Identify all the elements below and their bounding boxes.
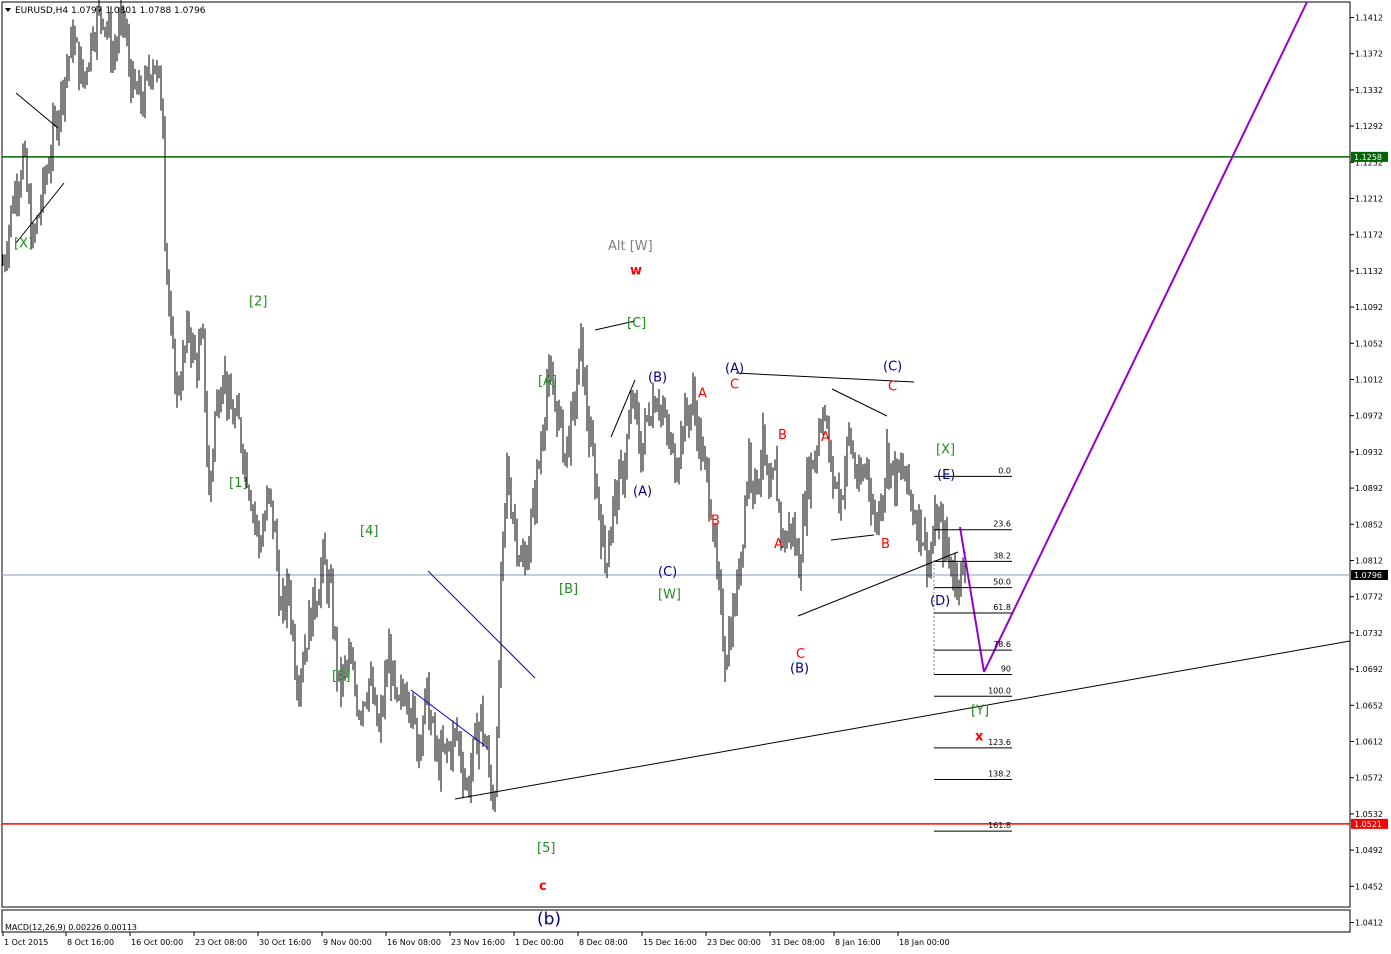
price-tick-label: 1.1052 xyxy=(1355,339,1383,348)
wave-label: Alt [W] xyxy=(608,239,653,254)
wave-label: [A] xyxy=(538,374,557,389)
price-tick-label: 1.0932 xyxy=(1355,448,1383,457)
wave-label: B xyxy=(778,428,787,443)
time-tick-label: 1 Dec 00:00 xyxy=(515,938,564,947)
wave-label: B xyxy=(881,537,890,552)
fib-level-label: 90 xyxy=(1001,665,1011,674)
wave-label: (b) xyxy=(537,909,561,929)
time-tick-label: 18 Jan 00:00 xyxy=(899,938,950,947)
price-tick-label: 1.0892 xyxy=(1355,484,1383,493)
wave-label: (C) xyxy=(658,565,677,580)
fib-level-label: 0.0 xyxy=(998,466,1011,475)
fib-level-label: 38.2 xyxy=(993,551,1011,560)
price-level-label: 1.0521 xyxy=(1354,820,1382,829)
price-tick-label: 1.0972 xyxy=(1355,412,1383,421)
fib-level-label: 100.0 xyxy=(988,686,1011,695)
fib-level-label: 23.6 xyxy=(993,520,1011,529)
price-tick-label: 1.0692 xyxy=(1355,665,1383,674)
wave-label: [C] xyxy=(627,316,646,331)
wave-label: w xyxy=(630,264,642,279)
price-tick-label: 1.0612 xyxy=(1355,738,1383,747)
chart-title: EURUSD,H4 1.0797 1.0801 1.0788 1.0796 xyxy=(15,6,206,16)
fib-level-label: 138.2 xyxy=(988,770,1011,779)
price-tick-label: 1.0532 xyxy=(1355,810,1383,819)
wave-label: [X] xyxy=(936,443,955,458)
price-tick-label: 1.1012 xyxy=(1355,376,1383,385)
time-tick-label: 23 Oct 08:00 xyxy=(195,938,247,947)
wave-label: C xyxy=(888,379,897,394)
indicator-frame xyxy=(1,909,1351,933)
wave-label: (E) xyxy=(937,468,955,483)
price-tick-label: 1.0572 xyxy=(1355,774,1383,783)
price-tick-label: 1.1172 xyxy=(1355,231,1383,240)
price-tick-label: 1.1092 xyxy=(1355,303,1383,312)
price-axis[interactable]: 1.14121.13721.13321.12921.12521.12121.11… xyxy=(1350,14,1388,954)
time-tick-label: 8 Jan 16:00 xyxy=(835,938,881,947)
wave-label: [5] xyxy=(537,841,555,856)
wave-label: [W] xyxy=(658,588,681,603)
fib-level-label: 50.0 xyxy=(993,578,1011,587)
wave-label: [X] xyxy=(14,236,33,251)
time-tick-label: 9 Nov 00:00 xyxy=(323,938,372,947)
fib-level-label: 78.6 xyxy=(993,640,1011,649)
time-tick-label: 23 Nov 16:00 xyxy=(451,938,505,947)
price-chart[interactable]: EURUSD,H4 1.0797 1.0801 1.0788 1.0796 0.… xyxy=(0,0,1391,954)
time-axis[interactable]: 1 Oct 2015 8 Oct 16:00 16 Oct 00:00 23 Oct … xyxy=(2,932,950,947)
wave-label: (B) xyxy=(648,370,667,385)
price-tick-label: 1.0772 xyxy=(1355,593,1383,602)
time-tick-label: 15 Dec 16:00 xyxy=(643,938,697,947)
price-tick-label: 1.1412 xyxy=(1355,14,1383,23)
wave-label: (A) xyxy=(633,484,652,499)
wave-label: (A) xyxy=(725,361,744,376)
price-level-label: 1.0796 xyxy=(1354,571,1382,580)
wave-label: [2] xyxy=(249,294,267,309)
wave-label: B xyxy=(711,513,720,528)
wave-label: C xyxy=(796,647,805,662)
price-tick-label: 1.0452 xyxy=(1355,882,1383,891)
price-tick-label: 1.0732 xyxy=(1355,629,1383,638)
price-tick-label: 1.0652 xyxy=(1355,701,1383,710)
price-tick-label: 1.1332 xyxy=(1355,86,1383,95)
time-tick-label: 8 Dec 08:00 xyxy=(579,938,628,947)
fib-level-label: 123.6 xyxy=(988,738,1011,747)
chart-frame xyxy=(1,1,1351,908)
price-tick-label: 1.0852 xyxy=(1355,520,1383,529)
wave-label: A xyxy=(774,537,783,552)
time-tick-label: 16 Oct 00:00 xyxy=(131,938,183,947)
price-tick-label: 1.1132 xyxy=(1355,267,1383,276)
time-tick-label: 31 Dec 08:00 xyxy=(771,938,825,947)
wave-label: A xyxy=(821,430,830,445)
wave-label: [4] xyxy=(360,524,378,539)
wave-label: (D) xyxy=(930,594,950,609)
price-tick-label: 1.0812 xyxy=(1355,557,1383,566)
wave-label: x xyxy=(975,730,984,745)
wave-label: (B) xyxy=(790,662,809,677)
wave-label: [3] xyxy=(332,669,350,684)
time-tick-label: 16 Nov 08:00 xyxy=(387,938,441,947)
wave-label: [Y] xyxy=(971,703,989,718)
fib-level-label: 161.8 xyxy=(988,821,1011,830)
wave-label: C xyxy=(730,378,739,393)
wave-label: [B] xyxy=(559,582,578,597)
wave-label: A xyxy=(698,387,707,402)
time-tick-label: 8 Oct 16:00 xyxy=(67,938,114,947)
macd-label: MACD(12,26,9) 0.00226 0.00113 xyxy=(5,923,137,932)
price-tick-label: 1.0492 xyxy=(1355,846,1383,855)
price-tick-label: 1.1372 xyxy=(1355,50,1383,59)
wave-label: (C) xyxy=(883,359,902,374)
fib-level-label: 61.8 xyxy=(993,603,1011,612)
price-tick-label: 1.0412 xyxy=(1355,919,1383,928)
price-tick-label: 1.1212 xyxy=(1355,195,1383,204)
time-tick-label: 30 Oct 16:00 xyxy=(259,938,311,947)
price-level-label: 1.1258 xyxy=(1354,153,1382,162)
time-tick-label: 1 Oct 2015 xyxy=(4,938,48,947)
time-tick-label: 23 Dec 00:00 xyxy=(707,938,761,947)
wave-label: [1] xyxy=(229,476,247,491)
wave-label: c xyxy=(539,879,547,894)
price-tick-label: 1.1292 xyxy=(1355,122,1383,131)
